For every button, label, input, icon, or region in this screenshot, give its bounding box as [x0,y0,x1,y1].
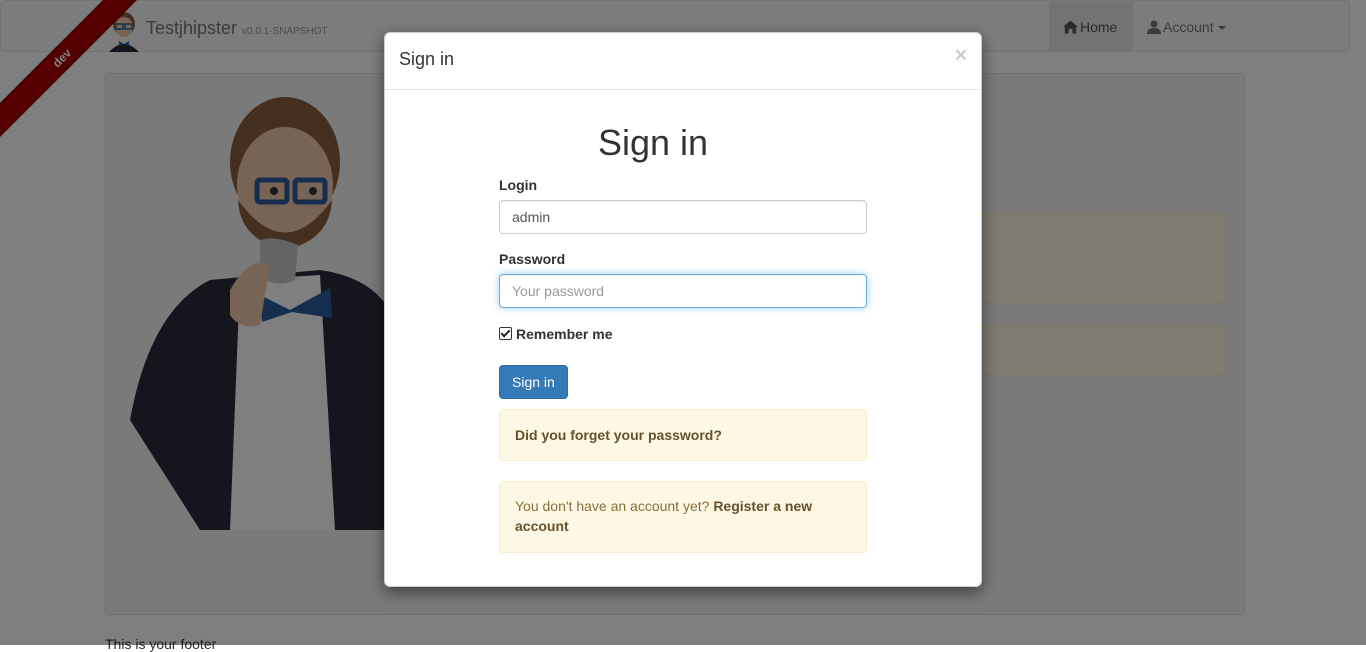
remember-me-checkbox[interactable]: Remember me [499,326,613,342]
password-label: Password [499,251,566,267]
login-input[interactable] [499,200,867,234]
forgot-password-link[interactable]: Did you forget your password? [515,427,722,443]
forgot-password-alert: Did you forget your password? [499,409,867,461]
register-alert: You don't have an account yet? Register … [499,481,867,553]
login-label: Login [499,177,538,193]
remember-me-label: Remember me [516,326,613,342]
checkbox-checked-icon[interactable] [499,327,512,340]
close-icon[interactable]: × [955,43,967,69]
page-title: Sign in [597,122,709,163]
password-input[interactable] [499,274,867,308]
sign-in-button[interactable]: Sign in [499,365,568,399]
sign-in-modal: Sign in × Sign in Login Password Remembe… [384,32,982,587]
modal-header: Sign in × [385,33,981,90]
modal-title: Sign in [399,49,455,69]
register-prompt: You don't have an account yet? [515,498,710,514]
